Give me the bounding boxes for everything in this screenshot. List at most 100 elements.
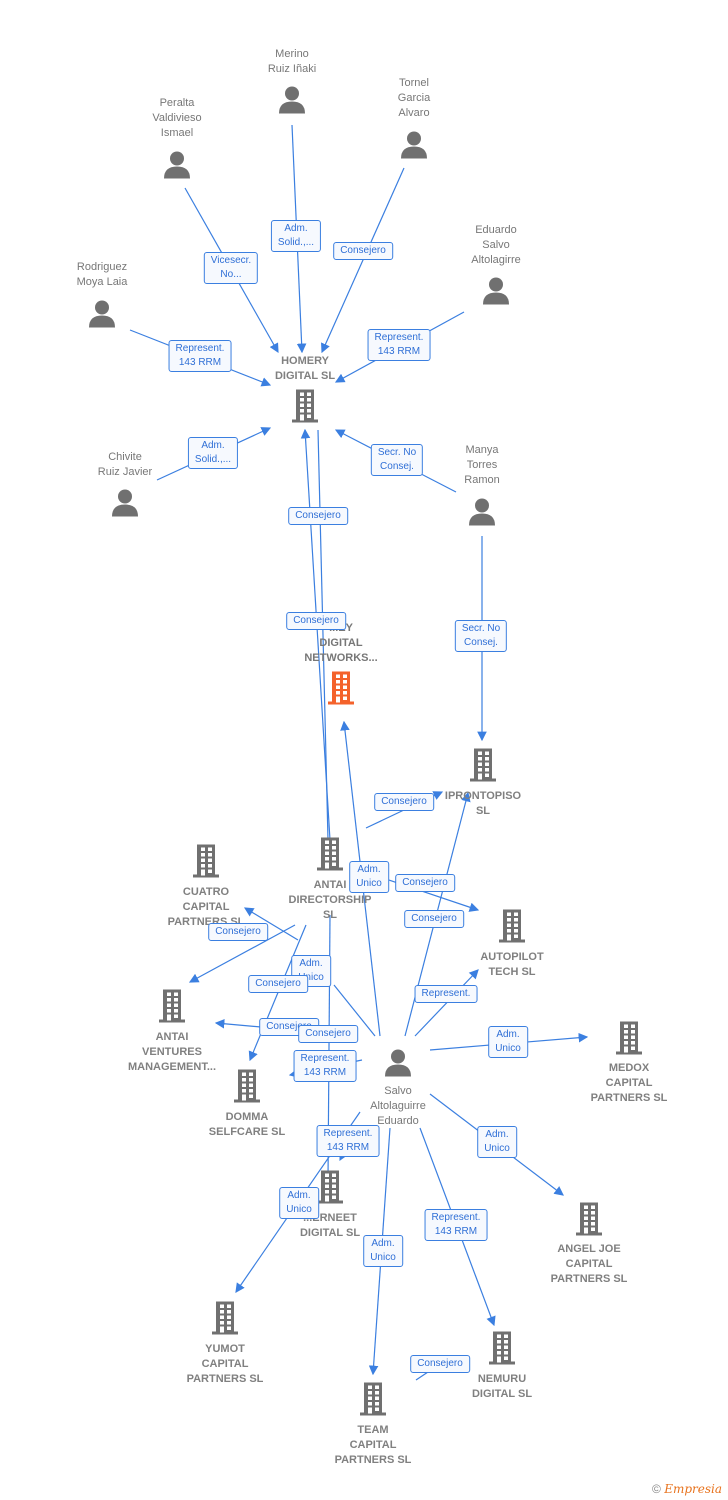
edge-label-line: 143 RRM bbox=[326, 1142, 370, 1153]
person-icon[interactable] bbox=[110, 488, 140, 523]
building-icon[interactable] bbox=[210, 1301, 240, 1340]
edge-role-label[interactable]: Secr. No Consej. bbox=[454, 620, 508, 652]
edge-role-label[interactable]: Adm. Unico bbox=[363, 1235, 403, 1267]
person-node-label[interactable]: Tornel Garcia Alvaro bbox=[398, 76, 430, 121]
building-icon[interactable] bbox=[315, 1170, 345, 1209]
node-label-line: SELFCARE SL bbox=[208, 1126, 286, 1138]
edge-role-label[interactable]: Consejero bbox=[248, 975, 308, 993]
node-label-line: DIGITAL SL bbox=[299, 1227, 361, 1239]
building-icon[interactable] bbox=[468, 748, 498, 787]
person-icon[interactable] bbox=[277, 85, 307, 120]
edge-label-line: Consejero bbox=[340, 245, 386, 256]
person-node-label[interactable]: Merino Ruiz Iñaki bbox=[268, 47, 316, 77]
person-icon[interactable] bbox=[87, 299, 117, 334]
edge-role-label[interactable]: Adm. Solid.,... bbox=[270, 220, 322, 252]
building-icon[interactable] bbox=[614, 1021, 644, 1060]
edge-label-line: Unico bbox=[495, 1043, 521, 1054]
node-label-line: YUMOT bbox=[205, 1343, 245, 1355]
edge-role-label[interactable]: Consejero bbox=[410, 1355, 470, 1373]
node-label-line: ANGEL JOE bbox=[557, 1243, 621, 1255]
edge-label-line: Solid.,... bbox=[277, 237, 315, 248]
node-label-line: TEAM bbox=[357, 1424, 389, 1436]
company-node-label[interactable]: ANGEL JOE CAPITAL PARTNERS SL bbox=[551, 1242, 628, 1287]
edge-role-label[interactable]: Consejero bbox=[395, 874, 455, 892]
edge-role-label[interactable]: Represent. 143 RRM bbox=[293, 1050, 357, 1082]
node-label-line: Chivite bbox=[108, 451, 142, 463]
edge-role-label[interactable]: Consejero bbox=[333, 242, 393, 260]
building-icon[interactable] bbox=[358, 1382, 388, 1421]
building-icon[interactable] bbox=[232, 1069, 262, 1108]
node-label-line: Manya bbox=[465, 444, 499, 456]
building-icon[interactable] bbox=[497, 909, 527, 948]
node-label-line: PARTNERS SL bbox=[590, 1092, 668, 1104]
edge-label-line: Represent. bbox=[374, 332, 424, 343]
building-icon[interactable] bbox=[290, 389, 320, 428]
person-icon[interactable] bbox=[399, 130, 429, 165]
edge-role-label[interactable]: Adm. Solid.,... bbox=[187, 437, 239, 469]
company-node-label[interactable]: ANTAI VENTURES MANAGEMENT... bbox=[128, 1030, 216, 1075]
edge-label-line: Secr. No bbox=[377, 447, 417, 458]
edge-role-label[interactable]: Represent. 143 RRM bbox=[168, 340, 232, 372]
company-node-label[interactable]: TEAM CAPITAL PARTNERS SL bbox=[335, 1423, 412, 1468]
company-node-label[interactable]: DOMMA SELFCARE SL bbox=[209, 1110, 285, 1140]
edge-label-line: Adm. bbox=[299, 958, 323, 969]
edge-role-label[interactable]: Adm. Unico bbox=[279, 1187, 319, 1219]
edge-label-line: Consejero bbox=[293, 615, 339, 626]
person-node-label[interactable]: Manya Torres Ramon bbox=[464, 443, 499, 488]
person-icon[interactable] bbox=[383, 1048, 413, 1083]
edge-role-label[interactable]: Vicesecr. No... bbox=[203, 252, 259, 284]
person-node-label[interactable]: Chivite Ruiz Javier bbox=[98, 450, 152, 480]
node-label-line: MEDOX bbox=[608, 1062, 650, 1074]
node-label-line: DIGITAL SL bbox=[274, 370, 336, 382]
edge-role-label[interactable]: Secr. No Consej. bbox=[370, 444, 424, 476]
edge-label-line: Consejero bbox=[417, 1358, 463, 1369]
edge-role-label[interactable]: Adm. Unico bbox=[488, 1026, 528, 1058]
edge-role-label[interactable]: Consejero bbox=[286, 612, 346, 630]
company-node-label[interactable]: HOMERY DIGITAL SL bbox=[275, 354, 335, 384]
edge-label-line: Adm. bbox=[485, 1129, 509, 1140]
edge-line bbox=[414, 969, 479, 1037]
edge-role-label[interactable]: Consejero bbox=[404, 910, 464, 928]
building-icon[interactable] bbox=[326, 671, 356, 710]
edge-label-line: Represent. bbox=[421, 988, 471, 999]
edge-label-line: Adm. bbox=[284, 223, 308, 234]
person-icon[interactable] bbox=[481, 276, 511, 311]
edge-role-label[interactable]: Adm. Unico bbox=[349, 861, 389, 893]
node-label-line: CAPITAL bbox=[605, 1077, 653, 1089]
building-icon[interactable] bbox=[191, 844, 221, 883]
edge-label-line: Consej. bbox=[464, 637, 498, 648]
edge-role-label[interactable]: Consejero bbox=[374, 793, 434, 811]
edge-role-label[interactable]: Represent. 143 RRM bbox=[367, 329, 431, 361]
person-node-label[interactable]: Salvo Altolaguirre Eduardo bbox=[370, 1084, 426, 1129]
edge-role-label[interactable]: Represent. 143 RRM bbox=[424, 1209, 488, 1241]
edge-role-label[interactable]: Represent. 143 RRM bbox=[316, 1125, 380, 1157]
edge-role-label[interactable]: Consejero bbox=[208, 923, 268, 941]
node-label-line: ANTAI bbox=[155, 1031, 189, 1043]
edge-label-line: Unico bbox=[370, 1252, 396, 1263]
edge-label-line: Adm. bbox=[496, 1029, 520, 1040]
brand-logo[interactable]: Empresia bbox=[664, 1482, 722, 1496]
company-node-label[interactable]: YUMOT CAPITAL PARTNERS SL bbox=[187, 1342, 264, 1387]
building-icon[interactable] bbox=[487, 1331, 517, 1370]
edge-label-line: Consejero bbox=[255, 978, 301, 989]
node-label-line: CAPITAL bbox=[565, 1258, 613, 1270]
edge-role-label[interactable]: Consejero bbox=[288, 507, 348, 525]
edge-role-label[interactable]: Represent. bbox=[414, 985, 478, 1003]
building-icon[interactable] bbox=[315, 837, 345, 876]
company-node-label[interactable]: MEDOX CAPITAL PARTNERS SL bbox=[591, 1061, 668, 1106]
edge-label-line: Represent. bbox=[431, 1212, 481, 1223]
person-icon[interactable] bbox=[162, 150, 192, 185]
person-node-label[interactable]: Rodriguez Moya Laia bbox=[77, 260, 128, 290]
person-node-label[interactable]: Eduardo Salvo Altolagirre bbox=[471, 223, 521, 268]
company-node-label[interactable]: IPRONTOPISO SL bbox=[445, 789, 521, 819]
building-icon[interactable] bbox=[574, 1202, 604, 1241]
person-node-label[interactable]: Peralta Valdivieso Ismael bbox=[152, 96, 201, 141]
company-node-label[interactable]: AUTOPILOT TECH SL bbox=[480, 950, 543, 980]
edge-role-label[interactable]: Adm. Unico bbox=[477, 1126, 517, 1158]
person-icon[interactable] bbox=[467, 497, 497, 532]
edge-label-line: Adm. bbox=[371, 1238, 395, 1249]
node-label-line: HOMERY bbox=[281, 355, 329, 367]
building-icon[interactable] bbox=[157, 989, 187, 1028]
company-node-label[interactable]: NEMURU DIGITAL SL bbox=[472, 1372, 532, 1402]
edge-role-label[interactable]: Consejero bbox=[298, 1025, 358, 1043]
